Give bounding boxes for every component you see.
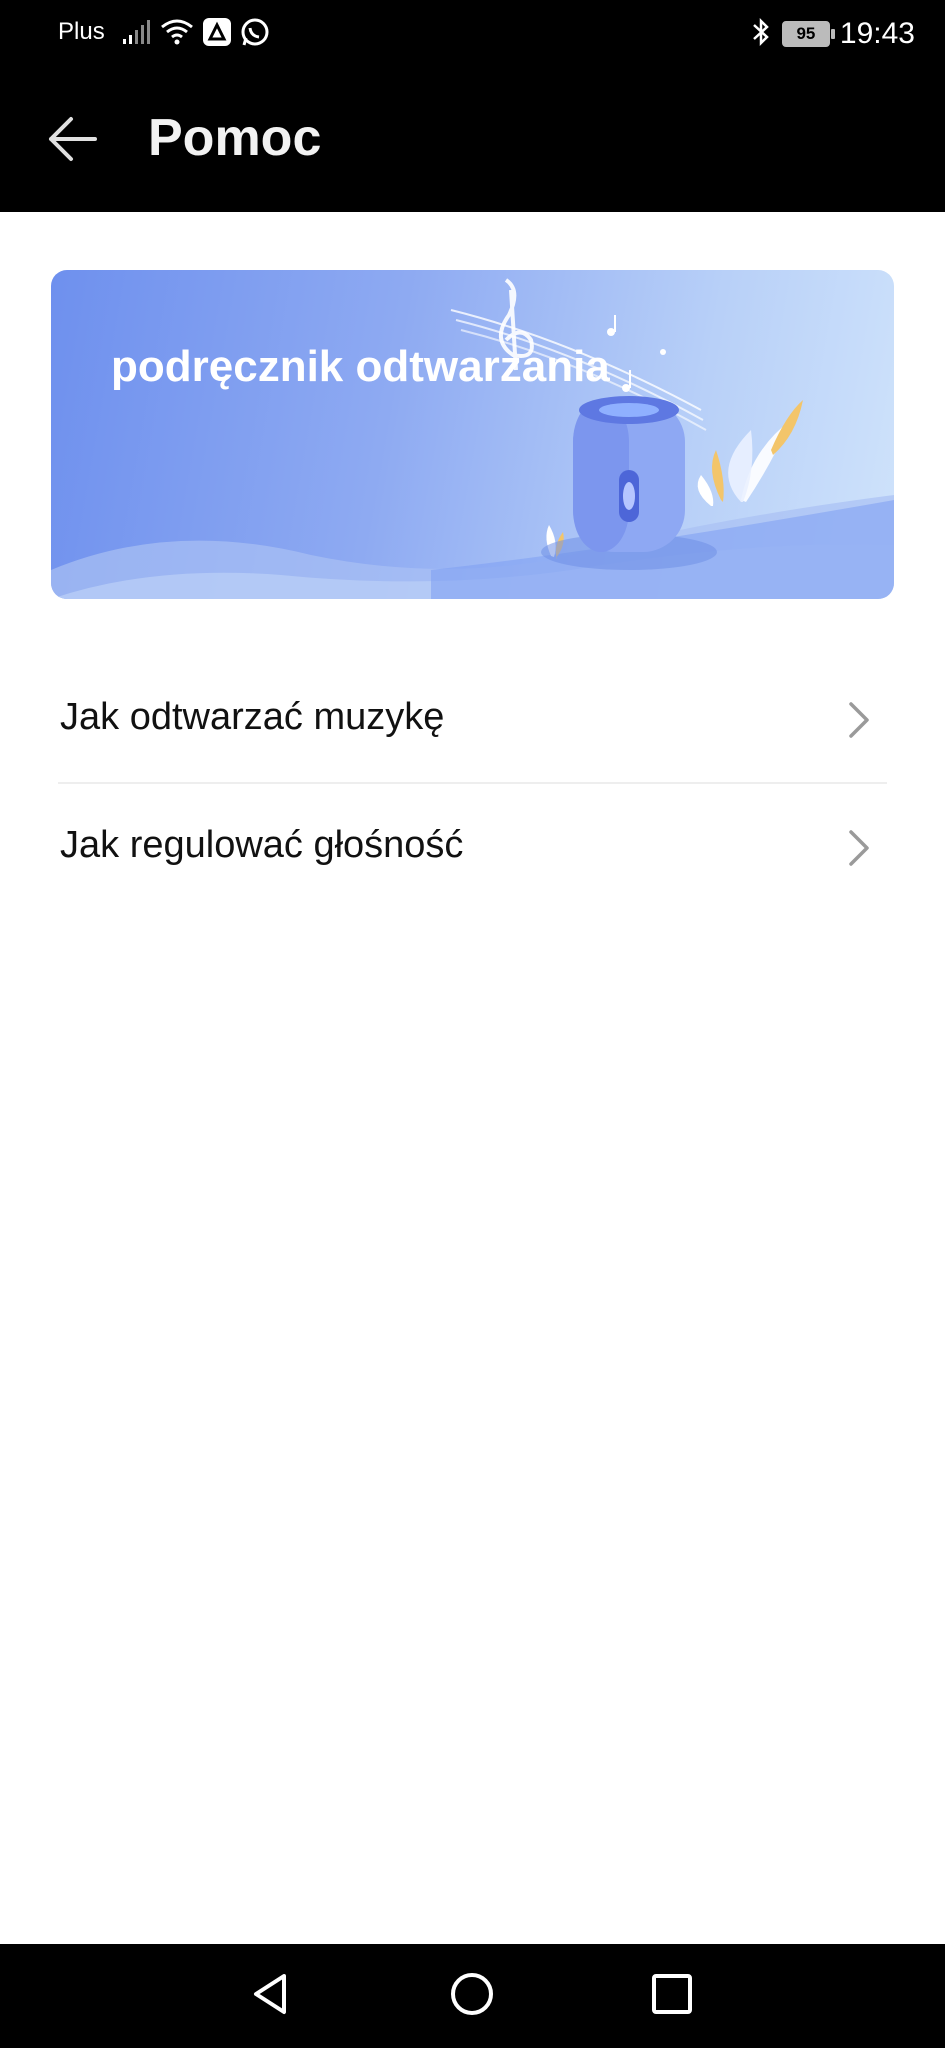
- battery-icon: 95: [781, 21, 835, 47]
- carrier-name: Plus: [58, 18, 105, 45]
- help-topics-list: Jak odtwarzać muzykę Jak regulować głośn…: [0, 656, 945, 910]
- chevron-right-icon: [847, 700, 871, 745]
- recents-square-icon: [648, 1970, 696, 2023]
- app-bar: Pomoc: [0, 68, 945, 212]
- clock: 19:43: [839, 17, 915, 50]
- home-circle-icon: [448, 1970, 496, 2023]
- list-item-label: Jak odtwarzać muzykę: [60, 696, 445, 738]
- whatsapp-icon: [240, 17, 270, 52]
- arrow-left-icon: [43, 109, 103, 174]
- list-item[interactable]: Jak regulować głośność: [58, 784, 887, 910]
- nav-home-button[interactable]: [440, 1964, 504, 2028]
- notification-app-icon: [202, 17, 232, 52]
- signal-icon: [122, 19, 152, 50]
- list-item[interactable]: Jak odtwarzać muzykę: [58, 656, 887, 784]
- back-button[interactable]: [36, 104, 110, 178]
- wifi-icon: [160, 18, 194, 51]
- chevron-right-icon: [847, 828, 871, 873]
- nav-back-button[interactable]: [238, 1964, 302, 2028]
- status-bar: Plus 95 19:43: [0, 0, 945, 68]
- back-triangle-icon: [246, 1970, 294, 2023]
- list-item-label: Jak regulować głośność: [60, 824, 464, 866]
- status-icons-left: [122, 14, 270, 54]
- status-icons-right: 95 19:43: [750, 12, 915, 56]
- nav-recents-button[interactable]: [640, 1964, 704, 2028]
- bluetooth-icon: [750, 17, 772, 52]
- playback-guide-banner[interactable]: podręcznik odtwarzania: [51, 270, 894, 599]
- banner-title: podręcznik odtwarzania: [111, 342, 610, 391]
- banner-illustration: [51, 278, 894, 599]
- system-navigation-bar: [0, 1944, 945, 2048]
- page-title: Pomoc: [148, 109, 322, 167]
